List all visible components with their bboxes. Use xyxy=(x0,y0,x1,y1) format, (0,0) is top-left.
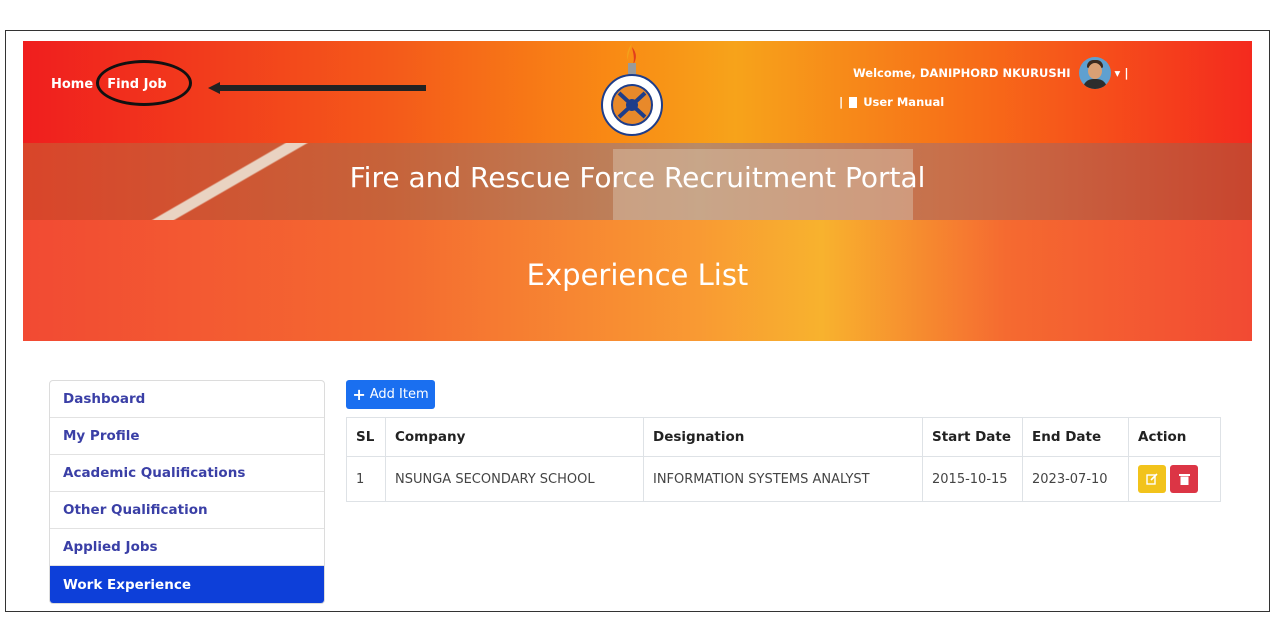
table-row: 1 NSUNGA SECONDARY SCHOOL INFORMATION SY… xyxy=(346,456,1221,502)
user-manual-label: User Manual xyxy=(863,95,945,109)
plus-icon: + xyxy=(352,385,366,404)
nav-home-link[interactable]: Home xyxy=(51,77,93,92)
cell-end-date: 2023-07-10 xyxy=(1022,456,1129,502)
experience-table: SL Company Designation Start Date End Da… xyxy=(346,417,1221,502)
cell-designation: INFORMATION SYSTEMS ANALYST xyxy=(643,456,923,502)
col-sl: SL xyxy=(346,417,386,457)
col-action: Action xyxy=(1128,417,1221,457)
page-banner: Experience List xyxy=(23,220,1252,341)
welcome-text: Welcome, DANIPHORD NKURUSHI xyxy=(853,66,1071,80)
edit-icon[interactable] xyxy=(1138,465,1166,493)
col-start-date: Start Date xyxy=(922,417,1023,457)
trash-icon[interactable] xyxy=(1170,465,1198,493)
hero-banner: Fire and Rescue Force Recruitment Portal xyxy=(23,143,1252,220)
user-manual-link[interactable]: | User Manual xyxy=(839,95,944,109)
add-item-button[interactable]: + Add Item xyxy=(346,380,435,409)
sidebar-item-applied-jobs[interactable]: Applied Jobs xyxy=(50,529,324,566)
portal-title: Fire and Rescue Force Recruitment Portal xyxy=(349,161,926,194)
col-designation: Designation xyxy=(643,417,923,457)
header-bar: Home Find Job Welcome, DANIPHORD NKURUSH… xyxy=(23,41,1252,143)
annotation-circle xyxy=(96,60,192,106)
cell-start-date: 2015-10-15 xyxy=(922,456,1023,502)
sidebar-item-dashboard[interactable]: Dashboard xyxy=(50,381,324,418)
sidebar-item-work-experience[interactable]: Work Experience xyxy=(50,566,324,603)
sidebar-item-other-qualification[interactable]: Other Qualification xyxy=(50,492,324,529)
add-item-label: Add Item xyxy=(369,387,429,402)
manual-separator: | xyxy=(839,95,844,109)
cell-action xyxy=(1128,456,1221,502)
fire-rescue-emblem xyxy=(601,43,663,136)
table-header-row: SL Company Designation Start Date End Da… xyxy=(346,417,1221,457)
cell-sl: 1 xyxy=(346,456,386,502)
col-company: Company xyxy=(385,417,644,457)
page-title: Experience List xyxy=(526,258,749,292)
sidebar-item-my-profile[interactable]: My Profile xyxy=(50,418,324,455)
cell-company: NSUNGA SECONDARY SCHOOL xyxy=(385,456,644,502)
col-end-date: End Date xyxy=(1022,417,1129,457)
chevron-down-icon[interactable]: ▾ xyxy=(1115,66,1121,80)
avatar[interactable] xyxy=(1078,57,1111,89)
annotation-arrow xyxy=(208,82,426,94)
document-icon xyxy=(849,96,858,108)
sidebar-item-academic-qualifications[interactable]: Academic Qualifications xyxy=(50,455,324,492)
sidebar: Dashboard My Profile Academic Qualificat… xyxy=(49,380,325,604)
browser-frame: Home Find Job Welcome, DANIPHORD NKURUSH… xyxy=(5,30,1270,612)
welcome-user[interactable]: Welcome, DANIPHORD NKURUSHI ▾ | xyxy=(853,57,1129,89)
header-separator: | xyxy=(1124,66,1129,80)
